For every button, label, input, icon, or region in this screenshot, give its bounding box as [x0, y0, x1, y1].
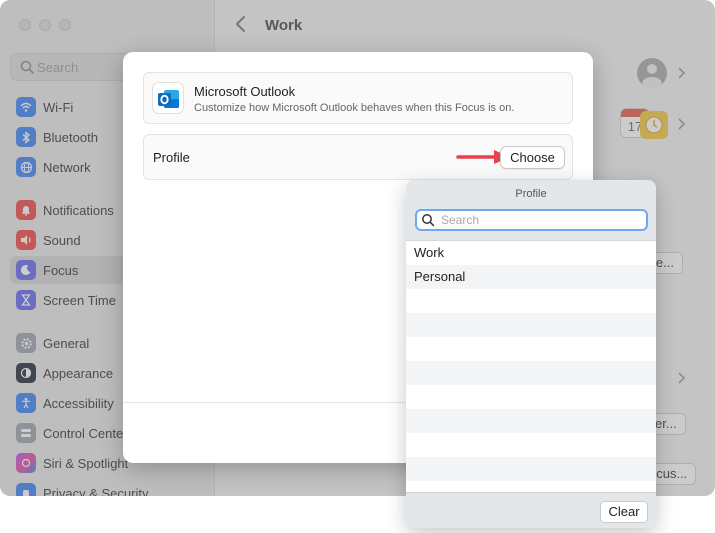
app-name: Microsoft Outlook: [194, 84, 296, 99]
popover-search-field: [415, 209, 648, 231]
screen: Search Wi-Fi Bluetooth Network Notificat…: [0, 0, 715, 533]
profile-options-list: Work Personal: [406, 240, 656, 493]
search-icon: [422, 214, 435, 227]
list-row-empty: [406, 433, 656, 457]
choose-button[interactable]: Choose: [500, 146, 565, 169]
popover-title: Profile: [515, 188, 547, 200]
list-row-empty: [406, 457, 656, 481]
list-row-empty: [406, 289, 656, 313]
clear-button[interactable]: Clear: [600, 501, 648, 523]
app-description: Customize how Microsoft Outlook behaves …: [194, 102, 515, 114]
app-info-card: Microsoft Outlook Customize how Microsof…: [143, 72, 573, 124]
profile-row: Profile Choose: [143, 134, 573, 180]
list-item-personal[interactable]: Personal: [406, 265, 656, 289]
profile-popover: Profile Work Personal Clear: [406, 180, 656, 528]
list-row-empty: [406, 385, 656, 409]
list-row-empty: [406, 337, 656, 361]
list-item-work[interactable]: Work: [406, 241, 656, 265]
outlook-app-icon: [152, 82, 184, 114]
list-row-empty: [406, 313, 656, 337]
profile-label: Profile: [153, 150, 190, 165]
list-row-empty: [406, 409, 656, 433]
popover-search-input[interactable]: [441, 212, 641, 228]
list-row-empty: [406, 481, 656, 492]
list-row-empty: [406, 361, 656, 385]
